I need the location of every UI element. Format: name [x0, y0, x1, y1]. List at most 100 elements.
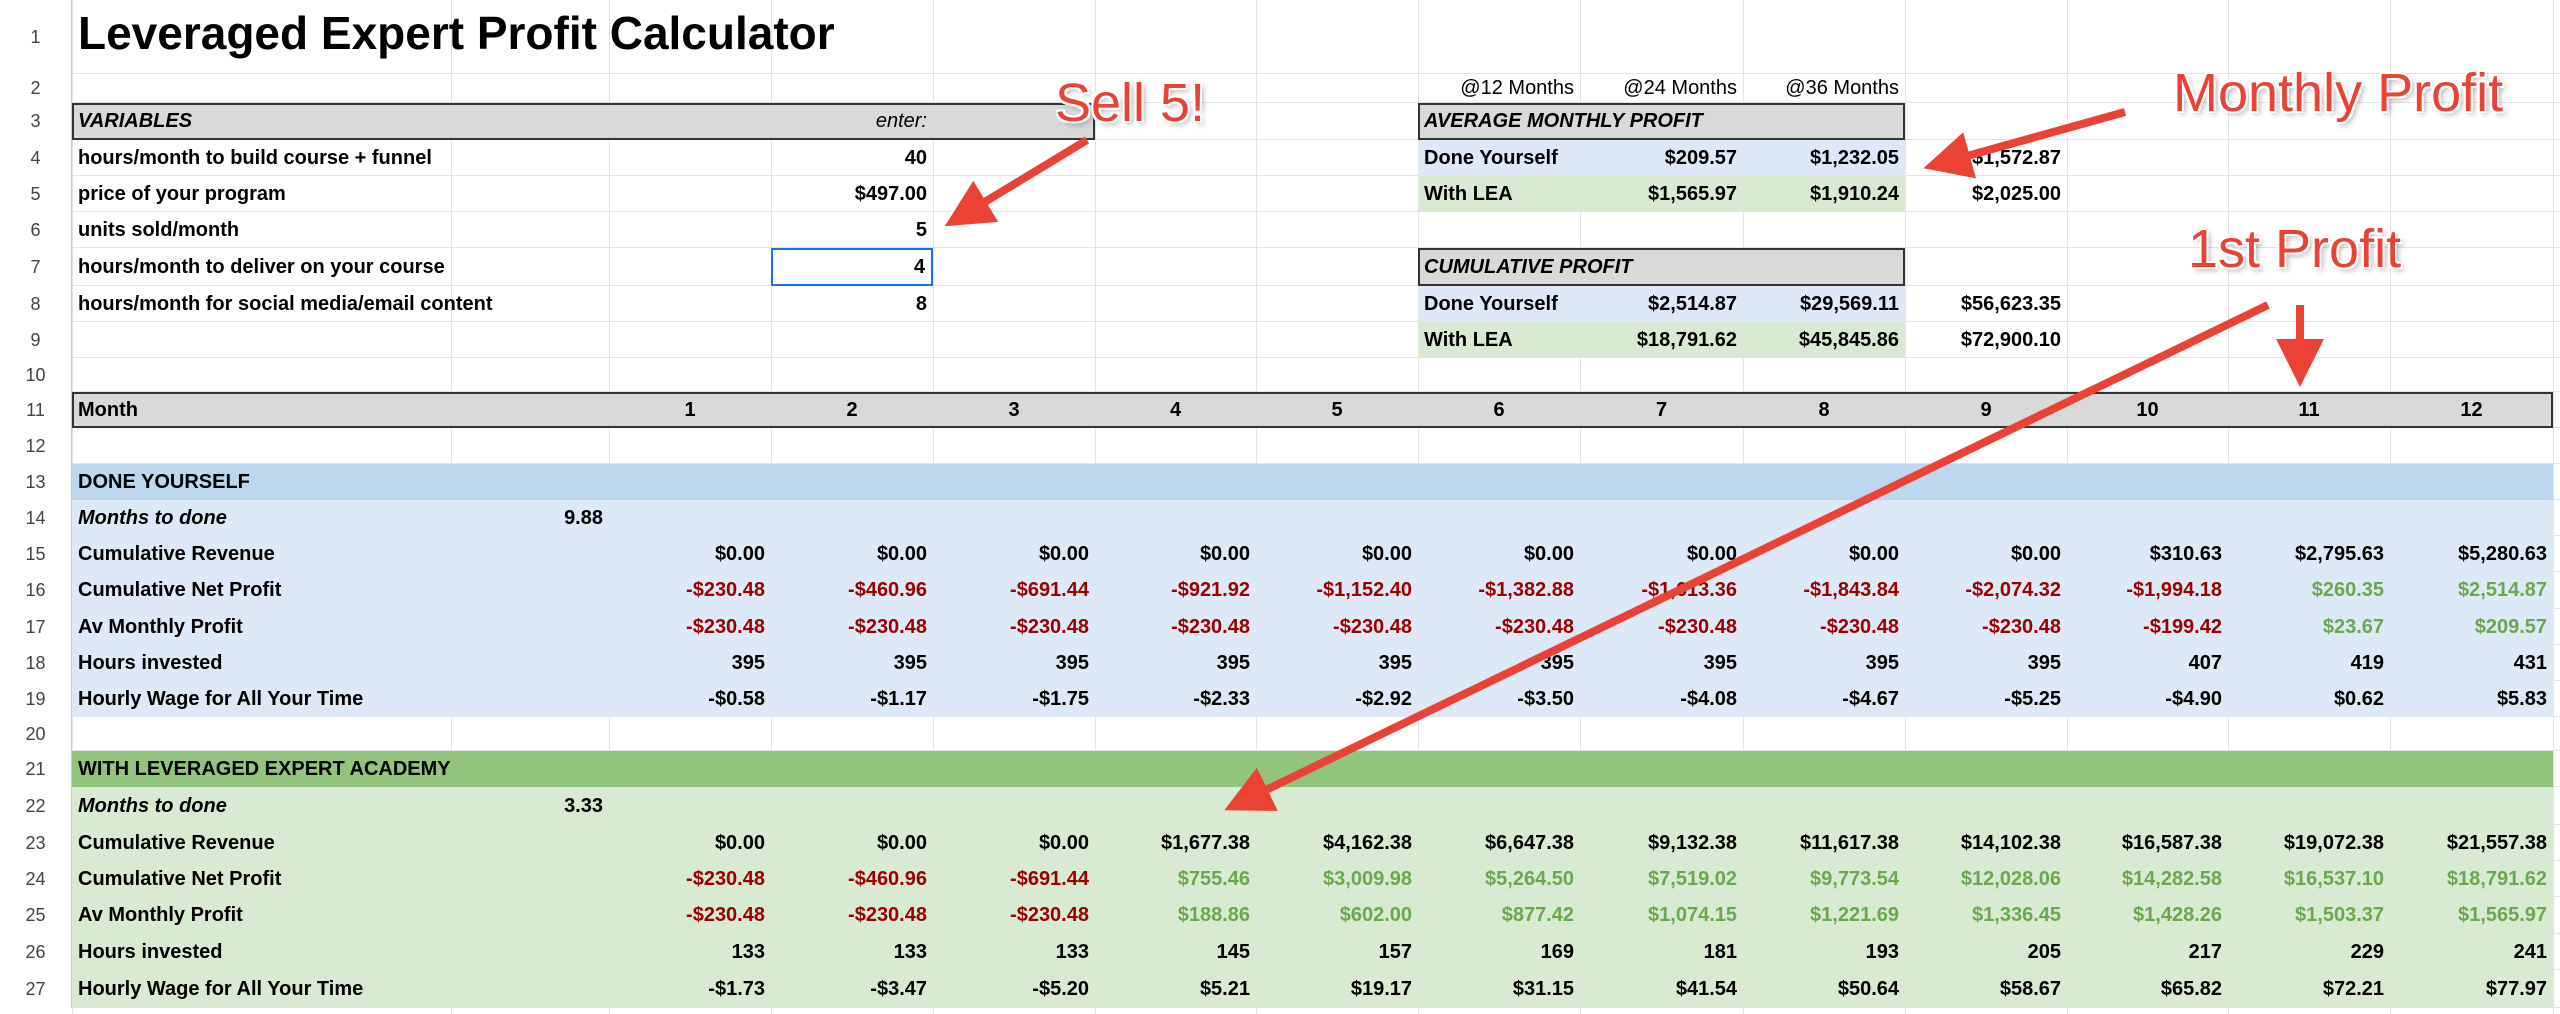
metric-value[interactable]: $4,162.38	[1256, 825, 1418, 861]
metric-label[interactable]: Av Monthly Profit	[72, 897, 609, 934]
metric-value[interactable]: 395	[1095, 645, 1256, 681]
metric-value[interactable]: 193	[1743, 934, 1905, 970]
variable-label[interactable]: hours/month for social media/email conte…	[72, 286, 771, 322]
variable-input[interactable]: 8	[771, 286, 933, 322]
row-number[interactable]: 7	[0, 248, 72, 286]
metric-value[interactable]: -$230.48	[771, 897, 933, 934]
metric-value[interactable]: $1,565.97	[2390, 897, 2553, 934]
avg-value[interactable]: $209.57	[1580, 140, 1743, 176]
metric-value[interactable]: -$230.48	[609, 897, 771, 934]
metric-value[interactable]: 241	[2390, 934, 2553, 970]
metric-value[interactable]: 395	[1743, 645, 1905, 681]
month-number[interactable]: 1	[609, 392, 771, 428]
metric-value[interactable]: -$230.48	[1580, 609, 1743, 645]
selected-cell-input[interactable]: 4	[771, 248, 933, 286]
metric-value[interactable]: 395	[1256, 645, 1418, 681]
metric-value[interactable]: -$5.20	[933, 970, 1095, 1008]
month-number[interactable]: 8	[1743, 392, 1905, 428]
variable-input[interactable]: 5	[771, 212, 933, 248]
metric-value[interactable]: $77.97	[2390, 970, 2553, 1008]
enter-label[interactable]: enter:	[771, 103, 933, 140]
metric-value[interactable]: 395	[609, 645, 771, 681]
metric-label[interactable]: Cumulative Revenue	[72, 536, 609, 572]
horizon-label[interactable]: @36 Months	[1743, 74, 1905, 103]
cum-value[interactable]: $29,569.11	[1743, 286, 1905, 322]
metric-value[interactable]: $877.42	[1418, 897, 1580, 934]
metric-value[interactable]: 181	[1580, 934, 1743, 970]
row-number[interactable]: 12	[0, 428, 72, 464]
metric-value[interactable]: $188.86	[1095, 897, 1256, 934]
avg-monthly-header[interactable]: AVERAGE MONTHLY PROFIT	[1418, 103, 1905, 140]
metric-label[interactable]: Hourly Wage for All Your Time	[72, 970, 609, 1008]
metric-value[interactable]: $2,795.63	[2228, 536, 2390, 572]
metric-value[interactable]: $1,428.26	[2067, 897, 2228, 934]
row-number[interactable]: 9	[0, 322, 72, 358]
cum-value[interactable]: $56,623.35	[1905, 286, 2067, 322]
metric-value[interactable]: 395	[933, 645, 1095, 681]
metric-value[interactable]: -$1.75	[933, 681, 1095, 717]
metric-value[interactable]: -$3.47	[771, 970, 933, 1008]
cum-value[interactable]: $2,514.87	[1580, 286, 1743, 322]
metric-value[interactable]: $0.00	[609, 825, 771, 861]
row-number[interactable]: 24	[0, 861, 72, 897]
metric-value[interactable]: -$460.96	[771, 861, 933, 897]
variables-header[interactable]: VARIABLES	[72, 103, 609, 140]
metric-value[interactable]: $14,102.38	[1905, 825, 2067, 861]
metric-value[interactable]: $0.00	[1743, 536, 1905, 572]
avg-value[interactable]: $2,025.00	[1905, 176, 2067, 212]
avg-value[interactable]: $1,232.05	[1743, 140, 1905, 176]
row-number[interactable]: 27	[0, 970, 72, 1008]
cum-value[interactable]: $72,900.10	[1905, 322, 2067, 358]
month-number[interactable]: 6	[1418, 392, 1580, 428]
cum-row-label[interactable]: Done Yourself	[1418, 286, 1580, 322]
metric-value[interactable]: -$1,613.36	[1580, 572, 1743, 609]
metric-value[interactable]: $0.00	[1418, 536, 1580, 572]
row-number[interactable]: 14	[0, 500, 72, 536]
row-number[interactable]: 13	[0, 464, 72, 500]
metric-value[interactable]: -$4.08	[1580, 681, 1743, 717]
metric-value[interactable]: $0.62	[2228, 681, 2390, 717]
metric-value[interactable]: 205	[1905, 934, 2067, 970]
month-label[interactable]: Month	[72, 392, 451, 428]
row-number[interactable]: 15	[0, 536, 72, 572]
avg-value[interactable]: $1,565.97	[1580, 176, 1743, 212]
metric-label[interactable]: Hours invested	[72, 934, 609, 970]
metric-value[interactable]: $12,028.06	[1905, 861, 2067, 897]
metric-value[interactable]: -$230.48	[1905, 609, 2067, 645]
row-number[interactable]: 16	[0, 572, 72, 609]
metric-value[interactable]: $9,132.38	[1580, 825, 1743, 861]
metric-value[interactable]: -$230.48	[1095, 609, 1256, 645]
row-number[interactable]: 21	[0, 751, 72, 787]
metric-value[interactable]: $0.00	[1580, 536, 1743, 572]
metric-value[interactable]: 133	[933, 934, 1095, 970]
metric-value[interactable]: -$2.33	[1095, 681, 1256, 717]
metric-value[interactable]: -$5.25	[1905, 681, 2067, 717]
variable-input[interactable]: 40	[771, 140, 933, 176]
metric-value[interactable]: -$1,843.84	[1743, 572, 1905, 609]
metric-value[interactable]: $2,514.87	[2390, 572, 2553, 609]
metric-value[interactable]: -$230.48	[609, 609, 771, 645]
metric-value[interactable]: -$921.92	[1095, 572, 1256, 609]
row-number[interactable]: 22	[0, 787, 72, 825]
row-number[interactable]: 3	[0, 103, 72, 140]
metric-value[interactable]: -$230.48	[609, 861, 771, 897]
cum-value[interactable]: $45,845.86	[1743, 322, 1905, 358]
month-number[interactable]: 4	[1095, 392, 1256, 428]
row-number[interactable]: 5	[0, 176, 72, 212]
metric-value[interactable]: 395	[1418, 645, 1580, 681]
metric-value[interactable]: -$1,152.40	[1256, 572, 1418, 609]
metric-value[interactable]: $5,280.63	[2390, 536, 2553, 572]
variable-label[interactable]: hours/month to deliver on your course	[72, 248, 771, 286]
month-number[interactable]: 7	[1580, 392, 1743, 428]
metric-value[interactable]: $310.63	[2067, 536, 2228, 572]
metric-value[interactable]: $0.00	[771, 825, 933, 861]
metric-value[interactable]: -$3.50	[1418, 681, 1580, 717]
avg-value[interactable]: $1,910.24	[1743, 176, 1905, 212]
metric-value[interactable]: -$2.92	[1256, 681, 1418, 717]
metric-value[interactable]: $41.54	[1580, 970, 1743, 1008]
months-to-done-value[interactable]: 3.33	[451, 787, 609, 825]
metric-value[interactable]: -$230.48	[1256, 609, 1418, 645]
metric-value[interactable]: -$230.48	[1418, 609, 1580, 645]
metric-value[interactable]: -$0.58	[609, 681, 771, 717]
metric-value[interactable]: $9,773.54	[1743, 861, 1905, 897]
